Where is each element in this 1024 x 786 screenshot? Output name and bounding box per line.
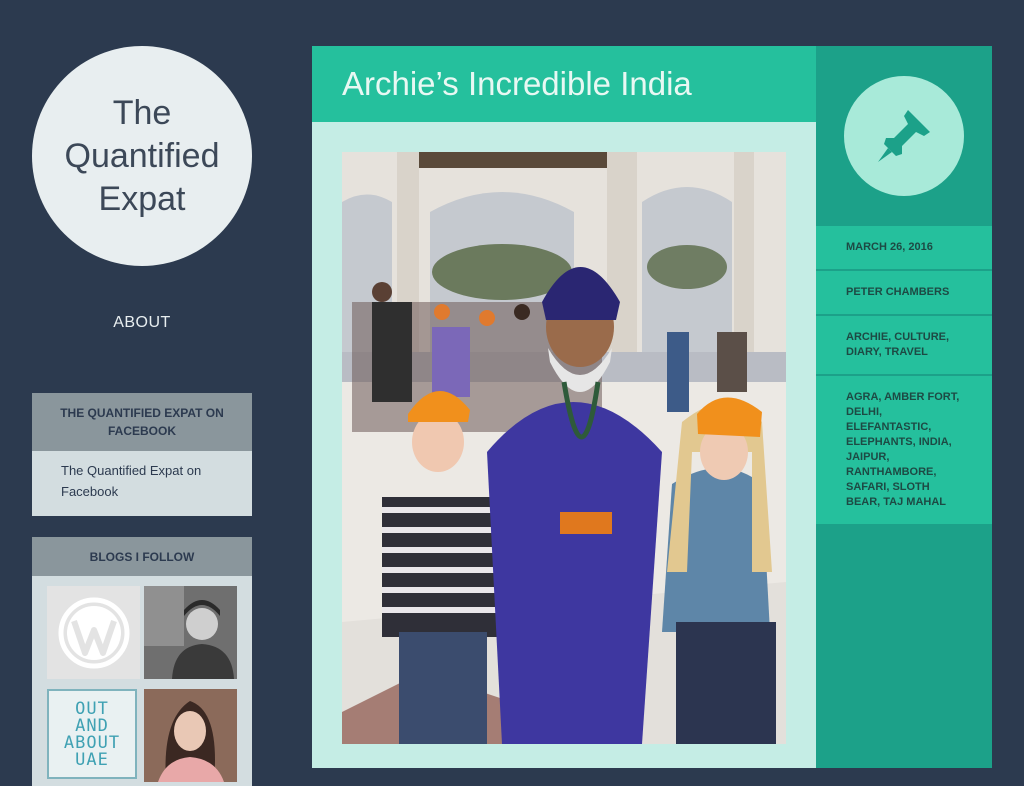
- blog-tile-out-and-about-uae[interactable]: OUT AND ABOUT UAE: [47, 689, 137, 779]
- blogs-follow-widget: BLOGS I FOLLOW OUT AND ABOUT UAE: [32, 537, 252, 786]
- facebook-widget: THE QUANTIFIED EXPAT ON FACEBOOK The Qua…: [32, 393, 252, 516]
- post-meta-column: MARCH 26, 2016 PETER CHAMBERS ARCHIE, CU…: [816, 46, 992, 768]
- post-date[interactable]: MARCH 26, 2016: [816, 226, 992, 269]
- post-title[interactable]: Archie’s Incredible India: [342, 65, 692, 103]
- avatar-woman-image: [144, 689, 237, 782]
- post-excerpt: ...: [342, 758, 354, 770]
- blogs-grid: OUT AND ABOUT UAE: [32, 576, 252, 786]
- site-title[interactable]: The Quantified Expat: [32, 92, 252, 221]
- post-author[interactable]: PETER CHAMBERS: [816, 269, 992, 314]
- post-featured-image[interactable]: [342, 152, 786, 744]
- post-format-badge[interactable]: [844, 76, 964, 196]
- blogs-widget-heading: BLOGS I FOLLOW: [32, 537, 252, 576]
- post-article: Archie’s Incredible India ...: [312, 46, 816, 770]
- post-format-box: [816, 46, 992, 226]
- avatar-man-image: [144, 586, 237, 679]
- facebook-widget-body: The Quantified Expat on Facebook: [32, 451, 252, 516]
- facebook-widget-heading: THE QUANTIFIED EXPAT ON FACEBOOK: [32, 393, 252, 451]
- blog-tile-avatar-woman[interactable]: [144, 689, 237, 782]
- site-logo[interactable]: The Quantified Expat: [32, 46, 252, 266]
- facebook-page-link[interactable]: The Quantified Expat on Facebook: [61, 463, 201, 499]
- post-categories[interactable]: ARCHIE, CULTURE, DIARY, TRAVEL: [816, 314, 992, 374]
- blog-tile-wordpress[interactable]: [47, 586, 140, 679]
- wordpress-logo-icon: [58, 597, 129, 668]
- out-and-about-uae-logo: OUT AND ABOUT UAE: [63, 699, 121, 770]
- nav-about-link[interactable]: ABOUT: [32, 314, 252, 332]
- pushpin-icon: [878, 110, 930, 162]
- post-header: Archie’s Incredible India: [312, 46, 816, 122]
- blog-tile-avatar-man[interactable]: [144, 586, 237, 679]
- post-tags[interactable]: AGRA, AMBER FORT, DELHI, ELEFANTASTIC, E…: [816, 374, 992, 524]
